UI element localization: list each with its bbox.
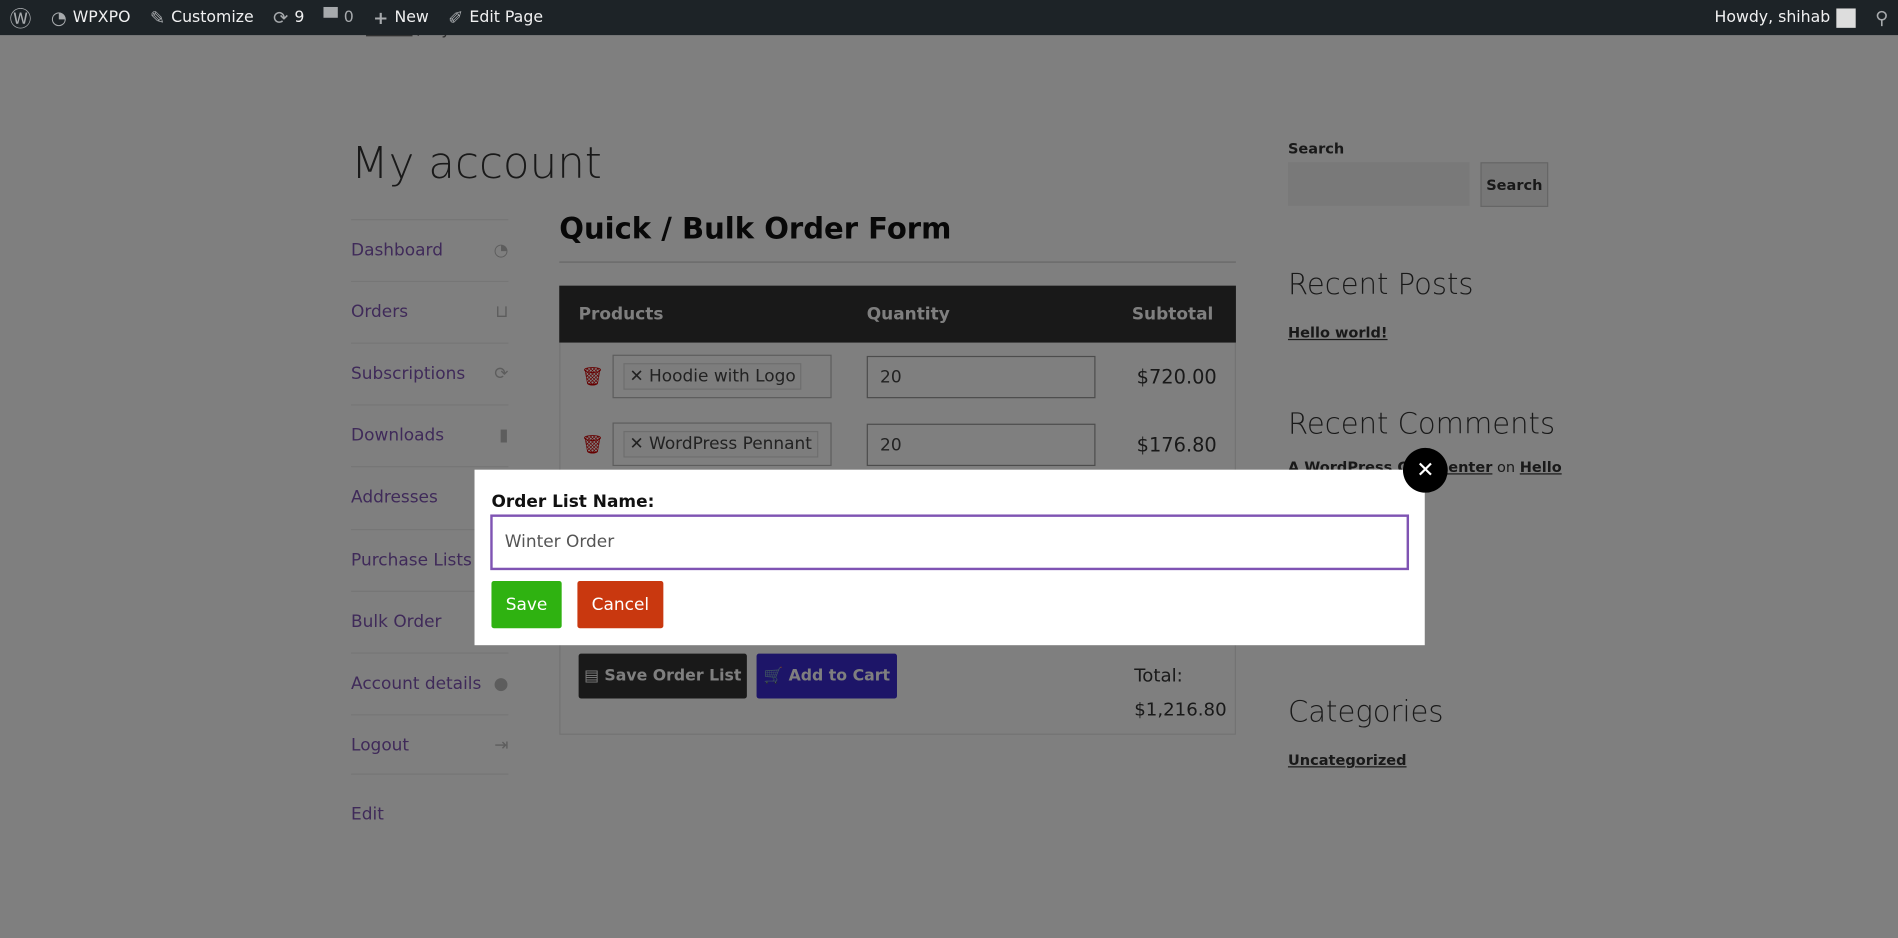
pencil-icon: ✐ [448, 6, 464, 29]
save-button[interactable]: Save [491, 581, 562, 629]
customize-label: Customize [171, 8, 254, 27]
admin-bar: Ⓦ ◔ WPXPO ✎ Customize ⟳ 9 ▀ 0 + New ✐ Edit Pag… [0, 0, 1898, 36]
site-name-link[interactable]: ◔ WPXPO [41, 0, 140, 35]
brush-icon: ✎ [149, 6, 166, 29]
close-modal-button[interactable]: ✕ [1402, 447, 1448, 493]
order-list-modal: Order List Name: Save Cancel [474, 469, 1425, 646]
edit-page-link[interactable]: ✐ Edit Page [438, 0, 552, 35]
updates-link[interactable]: ⟳ 9 [263, 0, 314, 35]
site-name: WPXPO [72, 8, 131, 27]
order-list-name-label: Order List Name: [491, 492, 655, 513]
cancel-button[interactable]: Cancel [577, 581, 664, 629]
comments-count: 0 [343, 8, 354, 27]
plus-icon: + [373, 6, 389, 29]
account-menu[interactable]: Howdy, shihab [1705, 0, 1866, 35]
search-icon: ⚲ [1875, 6, 1889, 29]
close-icon: ✕ [1416, 457, 1435, 483]
new-link[interactable]: + New [363, 0, 438, 35]
comment-icon: ▀ [323, 6, 338, 29]
avatar [1836, 7, 1856, 28]
dashboard-icon: ◔ [50, 6, 67, 29]
page: Ⓦ ◔ WPXPO ✎ Customize ⟳ 9 ▀ 0 + New ✐ Edit Pag… [0, 0, 1898, 938]
search-button[interactable]: ⚲ [1865, 0, 1898, 35]
updates-count: 9 [294, 8, 305, 27]
wordpress-icon: Ⓦ [9, 6, 32, 33]
wp-logo-button[interactable]: Ⓦ [0, 0, 41, 35]
updates-icon: ⟳ [273, 6, 289, 29]
edit-page-label: Edit Page [469, 8, 544, 27]
order-list-name-input[interactable] [490, 514, 1410, 571]
comments-link[interactable]: ▀ 0 [314, 0, 363, 35]
new-label: New [394, 8, 429, 27]
howdy-text: Howdy, shihab [1714, 8, 1831, 27]
customize-link[interactable]: ✎ Customize [140, 0, 263, 35]
